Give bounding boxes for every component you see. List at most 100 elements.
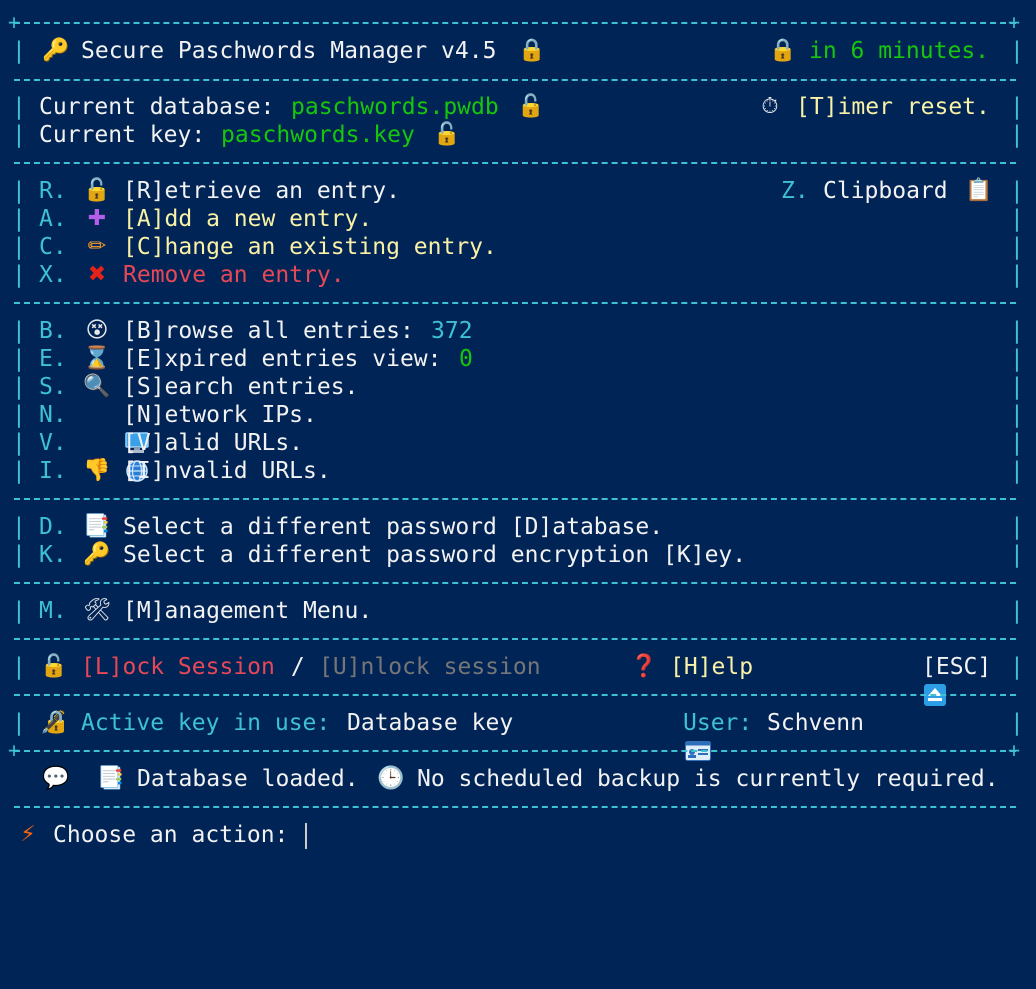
entries-count: 372 <box>431 318 473 344</box>
divider <box>14 694 1016 696</box>
menu-item-valid-urls[interactable]: | V. [V]alid URLs. | <box>0 429 1036 482</box>
unlock-session-option[interactable]: [U]nlock session <box>319 653 541 681</box>
key-name: paschwords.key <box>221 122 415 148</box>
plus-icon: ✚ <box>87 206 107 231</box>
lightning-icon: ⚡ <box>20 822 36 847</box>
divider <box>14 302 1016 304</box>
divider <box>14 582 1016 584</box>
menu-label: Select a different password encryption [… <box>123 542 747 568</box>
menu-key: S. <box>39 374 67 400</box>
session-row: | 🔓 [L]ock Session / [U]nlock session ❓ … <box>0 653 1036 706</box>
menu-item-remove[interactable]: | X. ✖ Remove an entry. | <box>0 261 1036 289</box>
menu-label: [C]hange an existing entry. <box>123 234 497 260</box>
menu-key: C. <box>39 234 67 260</box>
expired-count: 0 <box>459 346 473 372</box>
menu-item-search[interactable]: | S. 🔍 [S]earch entries. | <box>0 373 1036 401</box>
magnifier-icon: 🔍 <box>83 374 111 399</box>
divider <box>14 806 1016 808</box>
unlock-icon: 🔓 <box>517 94 545 119</box>
active-key-label: Active key in use: <box>81 710 345 736</box>
menu-label: Remove an entry. <box>123 262 345 288</box>
lock-session-option[interactable]: [L]ock Session <box>81 653 275 681</box>
menu-item-management[interactable]: | M. 🛠 [M]anagement Menu. | <box>0 597 1036 625</box>
user-label: User: <box>683 710 767 736</box>
divider <box>14 638 1016 640</box>
cross-icon: ✖ <box>87 262 107 287</box>
header-row: | 🔑 Secure Paschwords Manager v4.5 🔒 🔒 i… <box>12 38 1024 64</box>
key-row: | Current key: paschwords.key 🔓 | <box>12 122 1024 148</box>
border-corner: + <box>1008 10 1021 34</box>
terminal-window: + + | 🔑 Secure Paschwords Manager v4.5 🔒… <box>0 0 1036 864</box>
menu-key: I. <box>39 458 67 484</box>
menu-label: [E]xpired entries view: <box>123 346 456 372</box>
menu-item-retrieve[interactable]: | R. 🔓 [R]etrieve an entry. Z. Clipboard… <box>0 177 1036 205</box>
menu-label: [A]dd a new entry. <box>123 206 373 232</box>
lock-icon: 🔒 <box>518 38 546 63</box>
document-icon: 📑 <box>97 766 125 791</box>
unlock-icon: 🔓 <box>40 654 68 679</box>
divider <box>14 162 1016 164</box>
clock-icon: 🕒 <box>377 766 405 791</box>
status-row: | 🔏 Active key in use: Database key User… <box>0 709 1036 761</box>
menu-label: [I]nvalid URLs. <box>123 458 331 484</box>
stopwatch-icon: ⏱ <box>761 94 779 119</box>
key-icon: 🔑 <box>42 38 70 63</box>
menu-label: Select a different password [D]atabase. <box>123 514 664 540</box>
divider <box>14 79 1016 81</box>
menu-item-database[interactable]: | D. 📑 Select a different password [D]at… <box>0 513 1036 541</box>
hourglass-icon: ⌛ <box>83 346 111 371</box>
db-label: Current database: <box>39 94 289 120</box>
message-row: 💬 📑 Database loaded. 🕒 No scheduled back… <box>0 765 1036 793</box>
lock-timer: in 6 minutes. <box>809 38 990 64</box>
menu-item-change[interactable]: | C. ✏ [C]hange an existing entry. | <box>0 233 1036 261</box>
border-corner: + <box>1008 738 1021 762</box>
database-row: | Current database: paschwords.pwdb 🔓 ⏱ … <box>12 93 1024 121</box>
menu-item-invalid-urls[interactable]: | I. 👎 [I]nvalid URLs. | <box>0 457 1036 485</box>
menu-label: [S]earch entries. <box>123 374 359 400</box>
app-title: Secure Paschwords Manager v4.5 <box>81 38 497 64</box>
db-name: paschwords.pwdb <box>291 94 499 120</box>
menu-label: [R]etrieve an entry. <box>123 178 400 204</box>
menu-key: N. <box>39 402 67 428</box>
locked-key-icon: 🔏 <box>40 710 68 735</box>
clipboard-option[interactable]: Clipboard <box>823 177 948 205</box>
menu-item-network[interactable]: | N. [N]etwork IPs. | <box>0 401 1036 453</box>
help-option[interactable]: [H]elp <box>670 653 753 681</box>
menu-label: [V]alid URLs. <box>123 430 304 456</box>
eyes-icon: 😵 <box>85 318 109 343</box>
tools-icon: 🛠 <box>83 598 111 623</box>
lock-icon: 🔒 <box>769 38 797 63</box>
prompt-row: ⚡ Choose an action: <box>0 821 1036 849</box>
border-top <box>14 22 1016 24</box>
menu-key: M. <box>39 598 67 624</box>
menu-item-browse[interactable]: | B. 😵 [B]rowse all entries: 372 | <box>0 317 1036 345</box>
divider <box>14 498 1016 500</box>
menu-label: [M]anagement Menu. <box>123 598 373 624</box>
menu-key: X. <box>39 262 67 288</box>
user-value: Schvenn <box>767 710 864 736</box>
thumbs-down-icon: 👎 <box>83 458 111 483</box>
menu-item-key[interactable]: | K. 🔑 Select a different password encry… <box>0 541 1036 569</box>
menu-label: [B]rowse all entries: <box>123 318 428 344</box>
question-icon: ❓ <box>630 654 658 679</box>
command-input[interactable] <box>305 821 307 849</box>
unlock-icon: 🔓 <box>433 122 461 147</box>
clipboard-icon: 📋 <box>965 178 993 203</box>
separator: / <box>277 654 319 680</box>
db-loaded-message: Database loaded. <box>137 766 359 792</box>
key-icon: 🔑 <box>83 542 111 567</box>
speech-bubble-icon: 💬 <box>42 766 70 791</box>
menu-key: E. <box>39 346 67 372</box>
unlock-icon: 🔓 <box>83 178 111 203</box>
menu-item-add[interactable]: | A. ✚ [A]dd a new entry. | <box>0 205 1036 233</box>
menu-key: A. <box>39 206 67 232</box>
timer-reset-option[interactable]: [T]imer reset. <box>796 93 990 121</box>
menu-item-expired[interactable]: | E. ⌛ [E]xpired entries view: 0 | <box>0 345 1036 373</box>
esc-option[interactable]: [ESC] <box>922 653 991 681</box>
document-icon: 📑 <box>83 514 111 539</box>
active-key-value: Database key <box>347 710 514 736</box>
pencil-icon: ✏ <box>87 234 107 259</box>
clipboard-key: Z. <box>781 178 809 204</box>
menu-key: V. <box>39 430 67 456</box>
key-label: Current key: <box>39 122 220 148</box>
